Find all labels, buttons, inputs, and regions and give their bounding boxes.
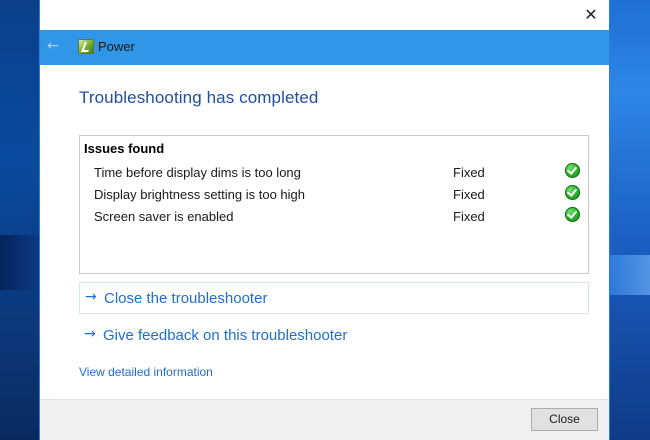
check-icon bbox=[565, 163, 580, 178]
desktop-streak bbox=[0, 310, 40, 440]
check-icon bbox=[565, 207, 580, 222]
power-troubleshooter-icon bbox=[78, 39, 94, 54]
issue-row[interactable]: Screen saver is enabled Fixed bbox=[80, 206, 590, 228]
header-bar: ← Power bbox=[40, 30, 609, 65]
desktop-glow bbox=[609, 0, 650, 440]
check-icon bbox=[565, 185, 580, 200]
issues-header: Issues found bbox=[84, 141, 165, 156]
title-bar: ✕ bbox=[40, 0, 609, 30]
issue-status: Fixed bbox=[453, 187, 485, 202]
issue-row[interactable]: Time before display dims is too long Fix… bbox=[80, 162, 590, 184]
close-troubleshooter-label: Close the troubleshooter bbox=[104, 290, 268, 307]
arrow-right-icon: → bbox=[85, 289, 97, 305]
desktop-streak bbox=[0, 235, 40, 290]
view-detailed-information-link[interactable]: View detailed information bbox=[79, 365, 213, 379]
window-close-icon[interactable]: ✕ bbox=[579, 3, 603, 27]
desktop-glow bbox=[609, 255, 650, 295]
header-title: Power bbox=[98, 39, 135, 54]
issue-description: Screen saver is enabled bbox=[94, 209, 234, 224]
arrow-right-icon: → bbox=[84, 326, 96, 342]
close-button[interactable]: Close bbox=[531, 408, 598, 431]
give-feedback-label: Give feedback on this troubleshooter bbox=[103, 327, 348, 344]
issue-status: Fixed bbox=[453, 209, 485, 224]
give-feedback-link[interactable]: → Give feedback on this troubleshooter bbox=[79, 320, 589, 352]
issue-status: Fixed bbox=[453, 165, 485, 180]
back-arrow-icon[interactable]: ← bbox=[47, 36, 67, 56]
footer-bar: Close bbox=[40, 399, 609, 440]
troubleshooter-window: ✕ ← Power Troubleshooting has completed … bbox=[40, 0, 609, 440]
issue-description: Display brightness setting is too high bbox=[94, 187, 306, 202]
issue-row[interactable]: Display brightness setting is too high F… bbox=[80, 184, 590, 206]
close-troubleshooter-link[interactable]: → Close the troubleshooter bbox=[79, 282, 589, 314]
issues-found-panel: Issues found Time before display dims is… bbox=[79, 135, 589, 274]
issue-description: Time before display dims is too long bbox=[94, 165, 301, 180]
page-title: Troubleshooting has completed bbox=[79, 88, 319, 107]
